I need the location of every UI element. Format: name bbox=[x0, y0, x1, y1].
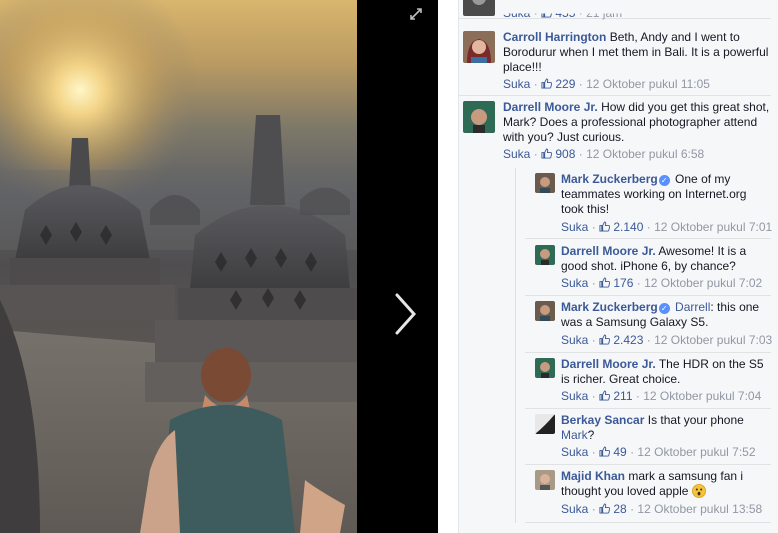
thumbs-up-icon bbox=[541, 148, 553, 159]
like-link[interactable]: Suka bbox=[561, 445, 588, 459]
reply-item: Darrell Moore Jr. The HDR on the S5 is r… bbox=[525, 353, 771, 409]
comment-item: Carroll Harrington Beth, Andy and I went… bbox=[459, 20, 771, 96]
comment-time[interactable]: 12 Oktober pukul 7:04 bbox=[643, 389, 761, 403]
thumbs-up-icon bbox=[599, 277, 611, 288]
chevron-right-icon[interactable] bbox=[390, 290, 420, 338]
thumbs-up-icon bbox=[599, 503, 611, 514]
reply-item: Mark Zuckerberg ✓ One of my teammates wor… bbox=[525, 168, 773, 239]
expand-icon[interactable] bbox=[408, 6, 424, 22]
like-link[interactable]: Suka bbox=[561, 502, 588, 516]
comment-author[interactable]: Mark Zuckerberg bbox=[561, 300, 658, 314]
reply-item: Mark Zuckerberg ✓ Darrell: this one was a… bbox=[525, 296, 773, 353]
thumbs-up-icon bbox=[541, 78, 553, 89]
reply-item: Berkay Sancar Is that your phone Mark? S… bbox=[525, 409, 771, 465]
mention-link[interactable]: Darrell bbox=[675, 300, 710, 314]
avatar[interactable] bbox=[535, 173, 555, 193]
comments-panel: Suka · 455 · 21 jam Carroll Harrington B… bbox=[438, 0, 778, 533]
comment-author[interactable]: Berkay Sancar bbox=[561, 413, 644, 427]
like-count[interactable]: 908 bbox=[541, 147, 579, 161]
like-link[interactable]: Suka bbox=[503, 147, 530, 161]
comment-meta: Suka · 211 · 12 Oktober pukul 7:04 bbox=[561, 389, 762, 403]
comment-item: Darrell Moore Jr. How did you get this g… bbox=[459, 96, 771, 168]
comment-author[interactable]: Darrell Moore Jr. bbox=[561, 357, 656, 371]
comment-time[interactable]: 21 jam bbox=[586, 14, 622, 21]
like-count[interactable]: 49 bbox=[599, 445, 630, 459]
thumbs-up-icon bbox=[599, 446, 611, 457]
like-count[interactable]: 229 bbox=[541, 77, 579, 91]
comment-text: Majid Khan mark a samsung fan i thought … bbox=[561, 469, 771, 499]
comment-author[interactable]: Majid Khan bbox=[561, 469, 625, 483]
comments-list: Suka · 455 · 21 jam Carroll Harrington B… bbox=[458, 0, 778, 533]
comment-meta: Suka · 2.423 · 12 Oktober pukul 7:03 bbox=[561, 333, 773, 347]
thumbs-up-icon bbox=[599, 221, 611, 232]
comment-meta: Suka · 2.140 · 12 Oktober pukul 7:01 bbox=[561, 220, 773, 234]
thumbs-up-icon bbox=[599, 390, 611, 401]
avatar[interactable] bbox=[535, 414, 555, 434]
comment-author[interactable]: Mark Zuckerberg bbox=[561, 172, 658, 186]
comment-text: Berkay Sancar Is that your phone Mark? bbox=[561, 413, 771, 443]
comment-author[interactable]: Darrell Moore Jr. bbox=[561, 244, 656, 258]
reply-item: Darrell Moore Jr. Awesome! It is a good … bbox=[525, 240, 771, 296]
comment-time[interactable]: 12 Oktober pukul 6:58 bbox=[586, 147, 704, 161]
verified-badge-icon: ✓ bbox=[658, 175, 670, 186]
comment-text: Darrell Moore Jr. The HDR on the S5 is r… bbox=[561, 357, 771, 387]
avatar[interactable] bbox=[535, 301, 555, 321]
comment-time[interactable]: 12 Oktober pukul 7:03 bbox=[654, 333, 772, 347]
comment-text: Mark Zuckerberg ✓ Darrell: this one was a… bbox=[561, 300, 771, 330]
comment-meta: Suka · 49 · 12 Oktober pukul 7:52 bbox=[561, 445, 756, 459]
comment-time[interactable]: 12 Oktober pukul 7:52 bbox=[637, 445, 755, 459]
comment-body-end: ? bbox=[587, 428, 595, 442]
like-link[interactable]: Suka bbox=[503, 77, 530, 91]
comment-author[interactable]: Darrell Moore Jr. bbox=[503, 100, 598, 114]
comment-time[interactable]: 12 Oktober pukul 13:58 bbox=[637, 502, 762, 516]
comment-time[interactable]: 12 Oktober pukul 7:01 bbox=[654, 220, 772, 234]
comment-text: Darrell Moore Jr. How did you get this g… bbox=[503, 100, 771, 145]
like-link[interactable]: Suka bbox=[503, 14, 530, 21]
mention-link[interactable]: Mark bbox=[561, 428, 588, 442]
photo[interactable] bbox=[0, 0, 357, 533]
surprised-emoji-icon bbox=[691, 484, 706, 498]
verified-badge-icon: ✓ bbox=[658, 303, 670, 314]
comment-text: Darrell Moore Jr. Awesome! It is a good … bbox=[561, 244, 771, 274]
photo-side-panel bbox=[357, 0, 438, 533]
like-link[interactable]: Suka bbox=[561, 220, 588, 234]
avatar[interactable] bbox=[535, 358, 555, 378]
comment-meta: Suka · 908 · 12 Oktober pukul 6:58 bbox=[503, 147, 705, 161]
comment-body: Is that your phone bbox=[647, 413, 744, 427]
like-count[interactable]: 176 bbox=[599, 276, 637, 290]
comment-time[interactable]: 12 Oktober pukul 11:05 bbox=[586, 77, 710, 91]
comment-partial: Suka · 455 · 21 jam bbox=[459, 0, 771, 21]
comment-author[interactable]: Carroll Harrington bbox=[503, 30, 606, 44]
like-count[interactable]: 28 bbox=[599, 502, 630, 516]
avatar[interactable] bbox=[463, 31, 495, 63]
like-count[interactable]: 211 bbox=[599, 389, 636, 403]
like-count[interactable]: 2.423 bbox=[599, 333, 647, 347]
comment-meta: Suka · 28 · 12 Oktober pukul 13:58 bbox=[561, 502, 763, 516]
avatar[interactable] bbox=[463, 0, 495, 16]
like-link[interactable]: Suka bbox=[561, 389, 588, 403]
like-link[interactable]: Suka bbox=[561, 276, 588, 290]
avatar[interactable] bbox=[463, 101, 495, 133]
like-count[interactable]: 455 bbox=[541, 13, 579, 20]
avatar[interactable] bbox=[535, 470, 555, 490]
comment-time[interactable]: 12 Oktober pukul 7:02 bbox=[644, 276, 762, 290]
comment-text: Carroll Harrington Beth, Andy and I went… bbox=[503, 30, 771, 75]
comment-meta: Suka · 229 · 12 Oktober pukul 11:05 bbox=[503, 77, 710, 91]
like-count[interactable]: 2.140 bbox=[599, 220, 647, 234]
avatar[interactable] bbox=[535, 245, 555, 265]
comment-text: Mark Zuckerberg ✓ One of my teammates wor… bbox=[561, 172, 771, 217]
photo-image bbox=[0, 0, 357, 533]
thumbs-up-icon bbox=[541, 13, 552, 18]
reply-thread-line bbox=[515, 168, 516, 523]
comment-meta: Suka · 176 · 12 Oktober pukul 7:02 bbox=[561, 276, 763, 290]
like-link[interactable]: Suka bbox=[561, 333, 588, 347]
reply-item: Majid Khan mark a samsung fan i thought … bbox=[525, 465, 771, 523]
thumbs-up-icon bbox=[599, 334, 611, 345]
